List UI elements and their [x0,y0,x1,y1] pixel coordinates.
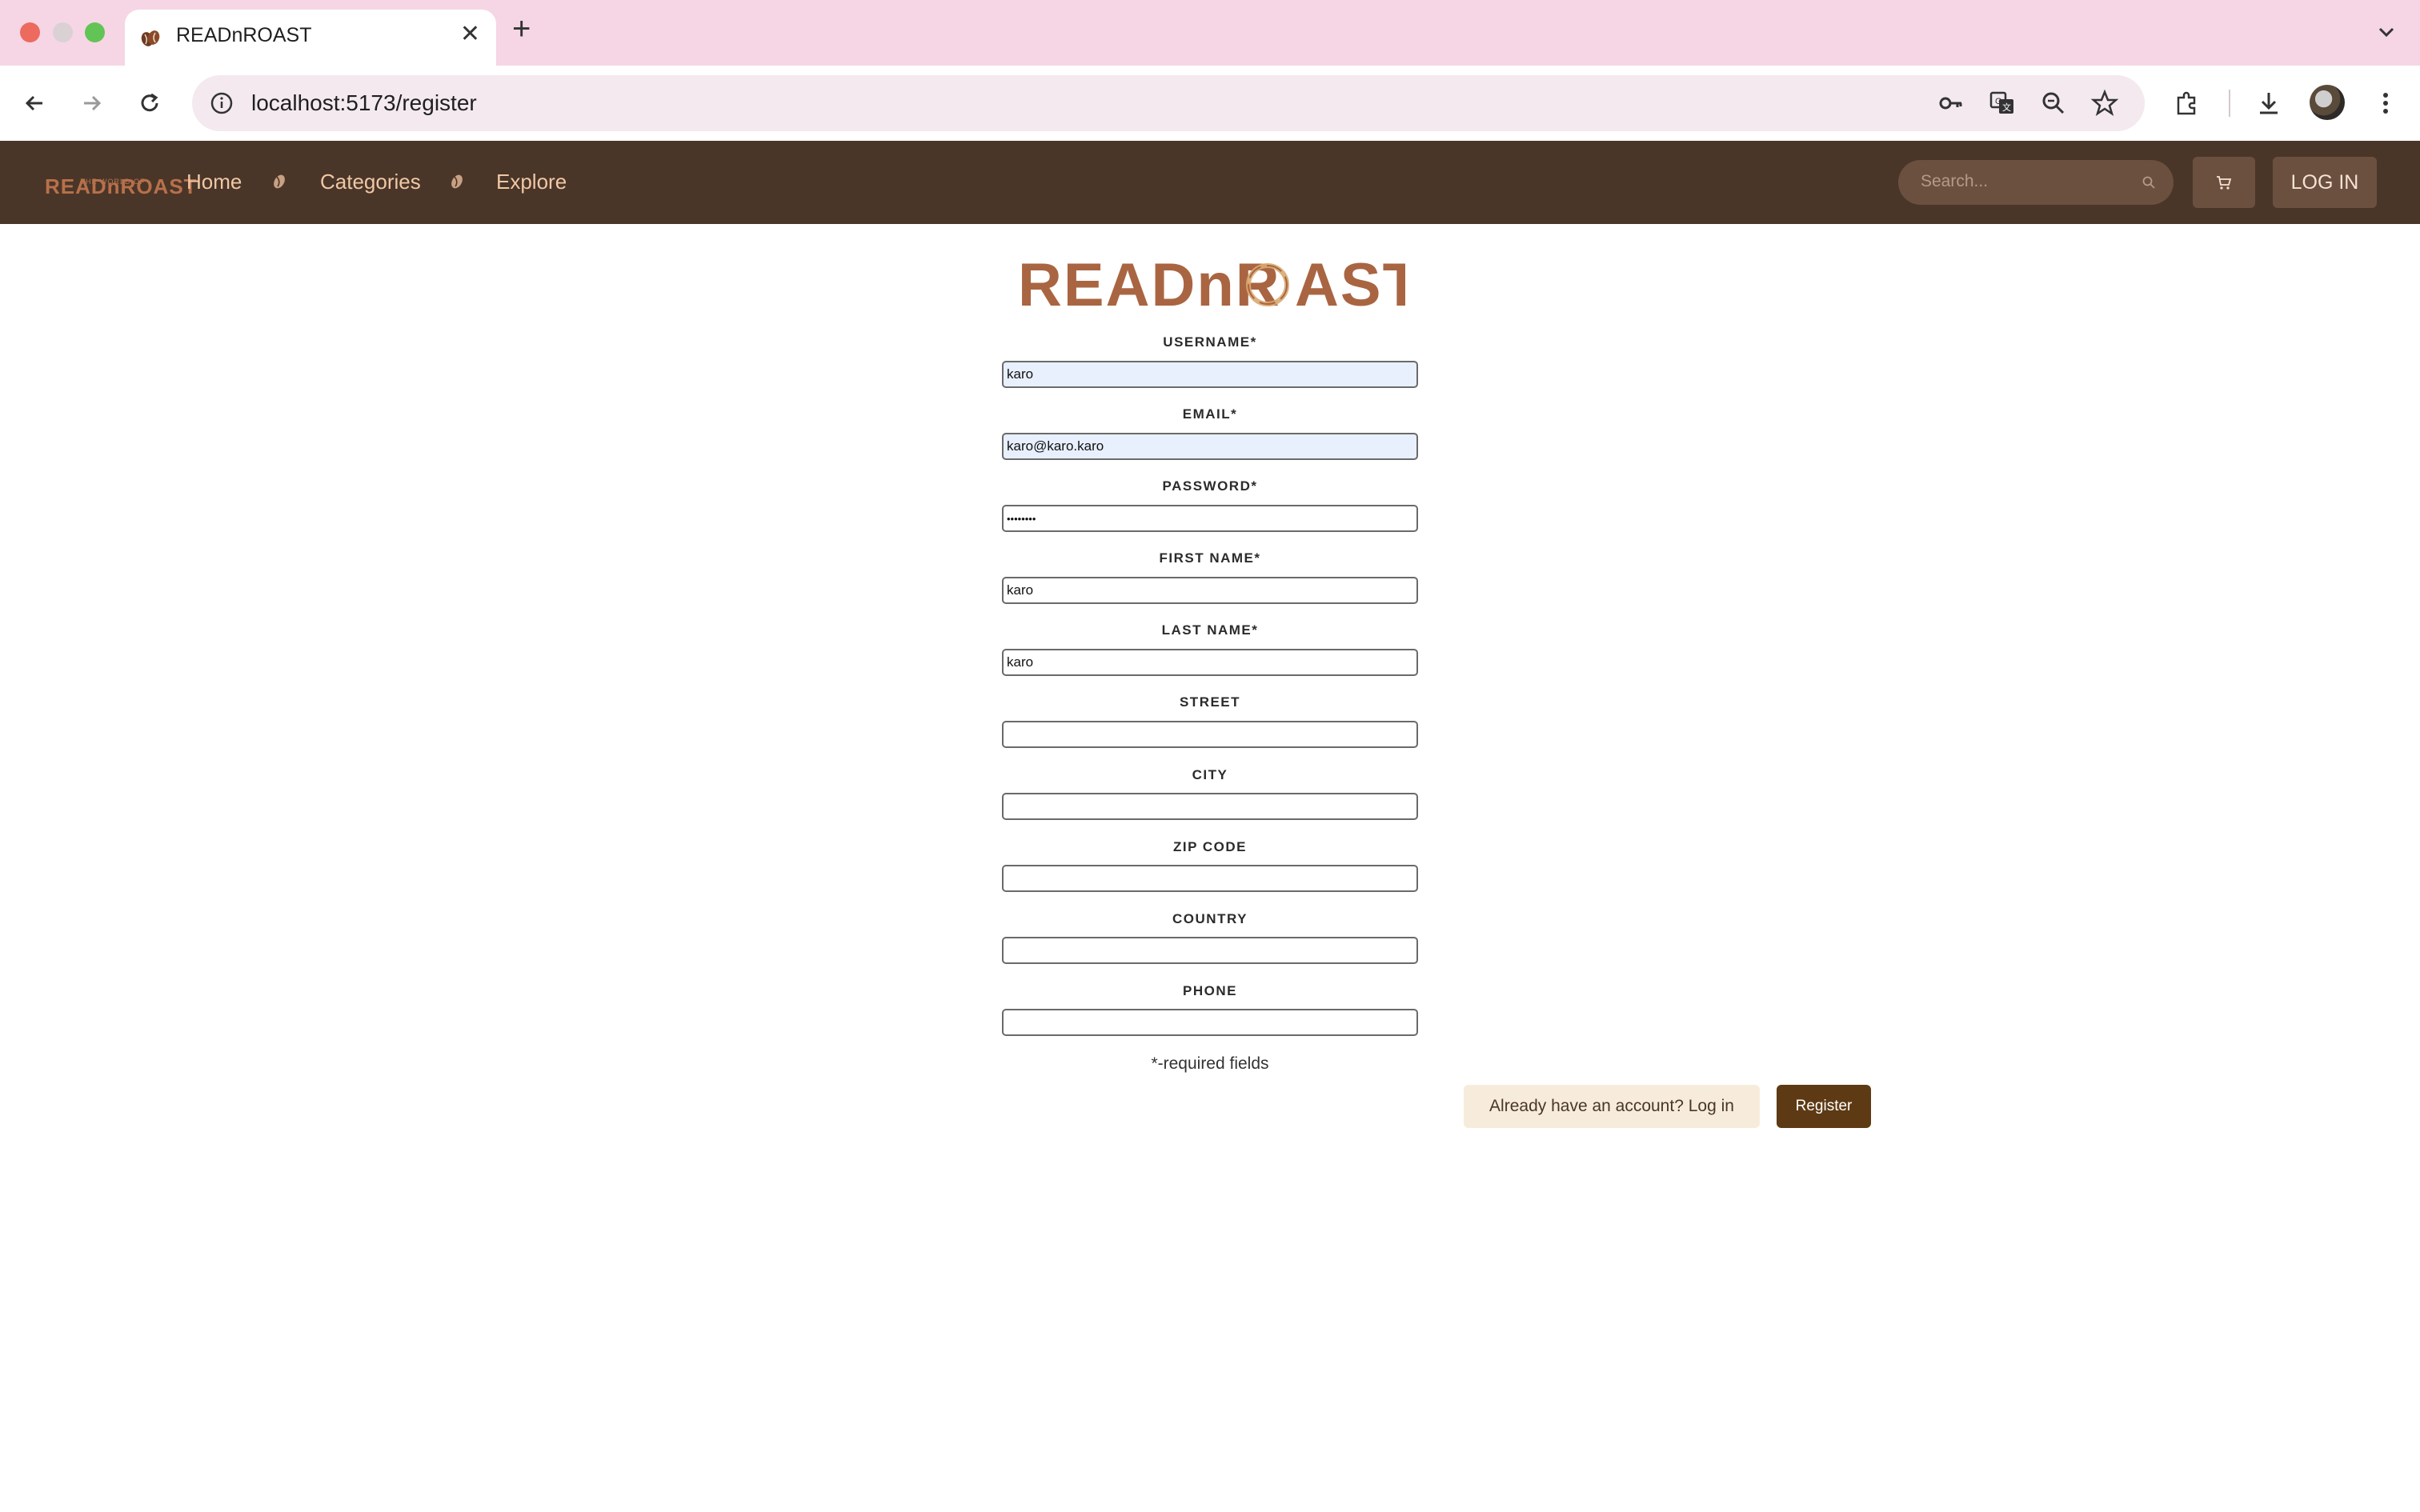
password-input[interactable]: •••••••• [1002,505,1418,532]
window-zoom-button[interactable] [85,22,105,42]
address-bar[interactable]: localhost:5173/register G 文 [192,75,2145,131]
required-fields-note: *-required fields [1151,1054,1269,1073]
bookmark-star-icon[interactable] [2090,89,2119,118]
forward-icon[interactable] [74,85,110,122]
site-search-input[interactable]: Search... [1898,160,2174,205]
brand-name: READnROAST [45,174,198,198]
cart-button[interactable] [2193,157,2255,208]
new-tab-icon[interactable]: + [512,13,531,45]
search-placeholder: Search... [1921,172,1989,190]
city-label: CITY [1192,767,1228,782]
country-input[interactable] [1002,937,1418,964]
email-label: EMAIL* [1182,406,1238,422]
coffee-bean-favicon-icon [141,30,160,46]
coffee-bean-divider-icon [451,174,463,189]
browser-tab-bar: READnROAST ✕ + [0,0,2420,66]
brand-logo[interactable]: THE WORLD OF READnROAST [45,160,197,205]
tab-close-icon[interactable]: ✕ [460,22,480,46]
country-label: COUNTRY [1172,911,1248,926]
profile-avatar[interactable] [2310,85,2345,120]
window-close-button[interactable] [20,22,40,42]
site-info-icon[interactable] [208,90,235,117]
search-icon[interactable] [2142,175,2156,190]
street-input[interactable] [1002,721,1418,748]
back-icon[interactable] [16,85,53,122]
cart-icon [2217,176,2232,190]
username-label: USERNAME* [1163,334,1257,350]
last-name-label: LAST NAME* [1161,622,1259,638]
downloads-icon[interactable] [2254,88,2284,118]
nav-categories[interactable]: Categories [320,170,421,194]
email-input[interactable]: karo@karo.karo [1002,433,1418,460]
nav-home[interactable]: Home [186,170,242,194]
hero-logo-right-text: AST [1295,251,1405,318]
coffee-bean-divider-icon [274,174,285,189]
password-key-icon[interactable] [1937,89,1965,118]
phone-label: PHONE [1183,983,1237,998]
browser-tab-active[interactable]: READnROAST ✕ [125,10,496,66]
hero-logo-left-text: READnR [1018,251,1281,318]
zip-code-label: ZIP CODE [1173,839,1247,854]
zoom-out-icon[interactable] [2039,89,2068,118]
first-name-input[interactable]: karo [1002,577,1418,604]
street-label: STREET [1179,694,1241,710]
username-input[interactable]: karo [1002,361,1418,388]
tab-search-chevron-icon[interactable] [2370,16,2402,48]
city-input[interactable] [1002,793,1418,820]
register-button[interactable]: Register [1777,1085,1871,1128]
toolbar-divider [2229,90,2230,117]
last-name-input[interactable]: karo [1002,649,1418,676]
svg-text:G: G [1995,97,2002,106]
browser-toolbar: localhost:5173/register G 文 [0,66,2420,141]
already-have-account-login-button[interactable]: Already have an account? Log in [1464,1085,1760,1128]
first-name-label: FIRST NAME* [1159,550,1261,566]
extensions-puzzle-icon[interactable] [2172,88,2202,118]
svg-text:文: 文 [2002,102,2011,113]
readnroast-hero-logo: READnR AST [1018,251,1405,318]
window-minimize-button[interactable] [53,22,73,42]
reload-icon[interactable] [131,85,168,122]
phone-input[interactable] [1002,1009,1418,1036]
site-header: THE WORLD OF READnROAST Home Categories … [0,141,2420,224]
translate-icon[interactable]: G 文 [1988,89,2017,118]
zip-code-input[interactable] [1002,865,1418,892]
header-login-button[interactable]: LOG IN [2273,157,2377,208]
password-label: PASSWORD* [1162,478,1258,494]
nav-explore[interactable]: Explore [496,170,567,194]
tab-title: READnROAST [176,24,312,46]
browser-menu-kebab-icon[interactable] [2370,88,2401,118]
url-text[interactable]: localhost:5173/register [251,90,477,116]
